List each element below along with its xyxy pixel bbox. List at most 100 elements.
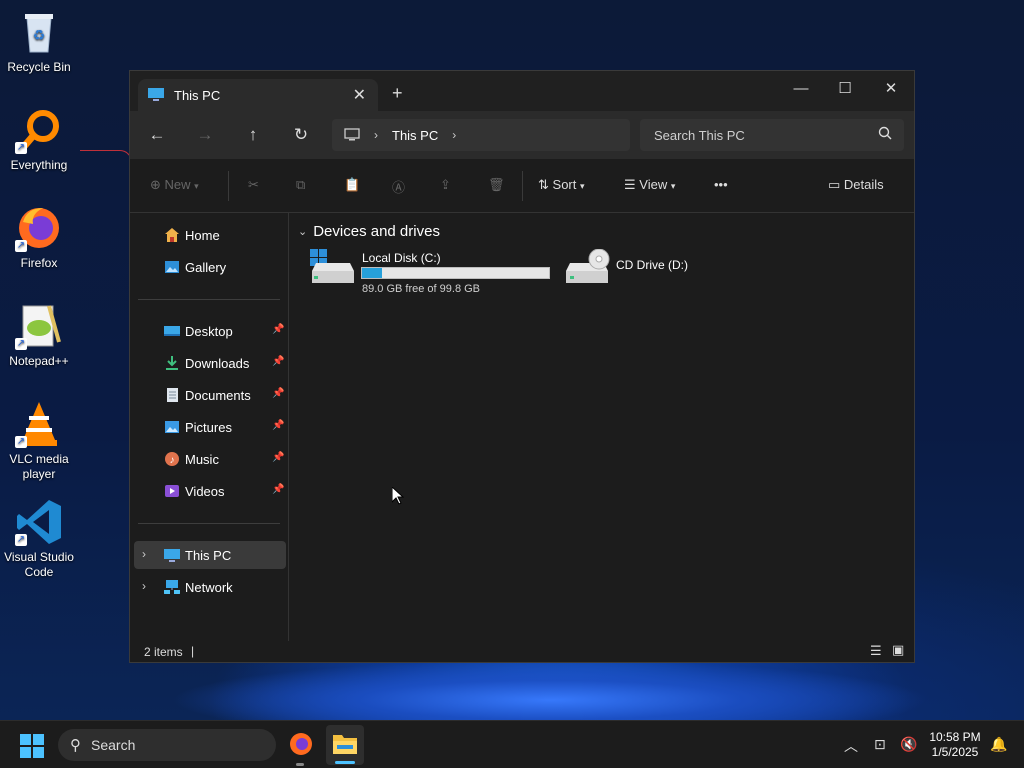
- item-count: 2 items: [144, 645, 183, 659]
- close-window-button[interactable]: ✕: [868, 75, 914, 103]
- volume-muted-icon[interactable]: 🔇: [900, 736, 917, 753]
- running-indicator: [296, 763, 304, 766]
- up-button[interactable]: ↑: [242, 125, 264, 145]
- desktop-icon-label: VLC media player: [9, 452, 69, 481]
- music-folder-icon: ♪: [165, 452, 179, 466]
- minimize-button[interactable]: —: [778, 75, 824, 103]
- sidebar-item-videos[interactable]: Videos 📌: [130, 477, 285, 505]
- sidebar-item-gallery[interactable]: Gallery: [130, 253, 285, 281]
- pictures-folder-icon: [165, 421, 179, 433]
- breadcrumb-separator[interactable]: ›: [452, 128, 456, 142]
- drive-local-disk-c[interactable]: Local Disk (C:) 89.0 GB free of 99.8 GB: [310, 249, 550, 299]
- drive-usage-bar: [361, 267, 550, 279]
- sidebar-item-network[interactable]: › Network: [130, 573, 285, 601]
- sidebar-item-label: Network: [185, 580, 233, 595]
- tab-this-pc[interactable]: This PC ✕: [138, 79, 378, 111]
- vlc-icon: ↗: [15, 400, 63, 448]
- breadcrumb-separator: ›: [374, 128, 378, 142]
- active-indicator: [335, 761, 355, 764]
- expand-chevron-icon[interactable]: ›: [142, 579, 146, 593]
- taskbar: ⚲ Search ︿ ⊡ 🔇 10:58 PM 1/5/2025 🔔: [0, 720, 1024, 768]
- copy-icon[interactable]: ⧉: [296, 177, 305, 193]
- sort-button[interactable]: ⇅ Sort ▾: [538, 177, 585, 193]
- documents-folder-icon: [167, 388, 178, 402]
- pin-icon: 📌: [272, 420, 285, 431]
- sidebar-divider: [138, 299, 280, 300]
- taskbar-firefox-icon[interactable]: [289, 732, 313, 756]
- sidebar-item-label: Home: [185, 228, 220, 243]
- drive-cd-drive-d[interactable]: CD Drive (D:): [566, 249, 726, 299]
- clock-date: 1/5/2025: [931, 745, 979, 759]
- notification-bell-icon[interactable]: 🔔: [990, 736, 1007, 753]
- new-tab-button[interactable]: +: [392, 83, 403, 104]
- new-button[interactable]: ⊕ New ▾: [150, 177, 199, 193]
- details-button[interactable]: ▭ Details: [828, 177, 884, 193]
- large-icons-view-icon[interactable]: ▣: [892, 642, 904, 658]
- sidebar-item-label: Music: [185, 452, 219, 467]
- taskbar-clock[interactable]: 10:58 PM 1/5/2025: [920, 730, 990, 760]
- address-bar[interactable]: › This PC ›: [332, 119, 630, 151]
- mouse-cursor-icon: [392, 487, 404, 505]
- details-view-icon[interactable]: ☰: [870, 643, 882, 659]
- taskbar-search[interactable]: ⚲ Search: [58, 729, 276, 761]
- desktop-icon-vlc[interactable]: ↗ VLC media player: [0, 400, 78, 482]
- drive-name: Local Disk (C:): [362, 251, 441, 265]
- search-input[interactable]: Search This PC: [640, 119, 904, 151]
- pin-icon: 📌: [272, 452, 285, 463]
- view-button[interactable]: ☰ View ▾: [624, 177, 675, 193]
- gallery-icon: [165, 261, 179, 273]
- refresh-button[interactable]: ↻: [290, 125, 312, 145]
- sidebar-item-downloads[interactable]: Downloads 📌: [130, 349, 285, 377]
- sidebar-item-desktop[interactable]: Desktop 📌: [130, 317, 285, 345]
- desktop-icon-firefox[interactable]: ↗ Firefox: [0, 204, 78, 271]
- share-icon[interactable]: ⇪: [440, 177, 451, 193]
- close-tab-icon[interactable]: ✕: [353, 85, 366, 105]
- start-button[interactable]: [20, 734, 44, 758]
- cut-icon[interactable]: ✂: [248, 177, 259, 193]
- sidebar-item-label: Gallery: [185, 260, 227, 275]
- network-status-icon[interactable]: ⊡: [874, 736, 886, 753]
- this-pc-icon: [164, 549, 180, 562]
- desktop-icon-everything[interactable]: ↗ Everything: [0, 106, 78, 173]
- group-header-devices[interactable]: ⌄ Devices and drives: [298, 223, 440, 240]
- sidebar-divider: [138, 523, 280, 524]
- videos-folder-icon: [165, 485, 179, 497]
- sidebar-item-this-pc[interactable]: › This PC: [134, 541, 286, 569]
- sidebar-item-label: Videos: [185, 484, 225, 499]
- sort-label: Sort: [552, 177, 577, 192]
- paste-icon[interactable]: 📋: [344, 177, 360, 193]
- file-explorer-window: This PC ✕ + — ☐ ✕ ← → ↑ ↻ › This PC › Se…: [129, 70, 915, 663]
- delete-icon[interactable]: 🗑: [488, 177, 505, 193]
- toolbar-divider: [522, 171, 523, 201]
- group-title: Devices and drives: [313, 223, 440, 240]
- desktop-icon-vscode[interactable]: ↗ Visual Studio Code: [0, 498, 78, 580]
- pin-icon: 📌: [272, 356, 285, 367]
- view-list-icon: ☰: [624, 177, 636, 192]
- taskbar-search-label: Search: [91, 737, 136, 753]
- forward-button[interactable]: →: [194, 125, 216, 145]
- title-bar: This PC ✕ + — ☐ ✕: [130, 71, 914, 111]
- desktop-icon-recycle-bin[interactable]: ♻ Recycle Bin: [0, 8, 78, 75]
- sidebar-item-music[interactable]: ♪ Music 📌: [130, 445, 285, 473]
- recycle-bin-icon: ♻: [15, 8, 63, 56]
- rename-icon[interactable]: Ⓐ: [392, 177, 405, 196]
- maximize-button[interactable]: ☐: [822, 75, 868, 103]
- downloads-folder-icon: [166, 356, 178, 370]
- monitor-icon: [344, 128, 360, 141]
- more-options-icon[interactable]: •••: [714, 177, 728, 192]
- this-pc-icon: [148, 88, 164, 101]
- sidebar-item-pictures[interactable]: Pictures 📌: [130, 413, 285, 441]
- show-hidden-icons-chevron-icon[interactable]: ︿: [844, 736, 858, 756]
- sidebar-item-home[interactable]: Home: [130, 221, 285, 249]
- hard-drive-icon: [310, 249, 354, 283]
- collapse-chevron-icon[interactable]: ⌄: [298, 225, 307, 238]
- desktop-icon-notepad-plus-plus[interactable]: ↗ Notepad++: [0, 302, 78, 369]
- sidebar-item-documents[interactable]: Documents 📌: [130, 381, 285, 409]
- back-button[interactable]: ←: [146, 125, 168, 145]
- expand-chevron-icon[interactable]: ›: [142, 547, 146, 561]
- taskbar-file-explorer-button[interactable]: [326, 725, 364, 765]
- breadcrumb-this-pc[interactable]: This PC: [392, 128, 438, 143]
- chevron-down-icon: ▾: [580, 181, 585, 191]
- search-icon: ⚲: [70, 737, 81, 754]
- pin-icon: 📌: [272, 484, 285, 495]
